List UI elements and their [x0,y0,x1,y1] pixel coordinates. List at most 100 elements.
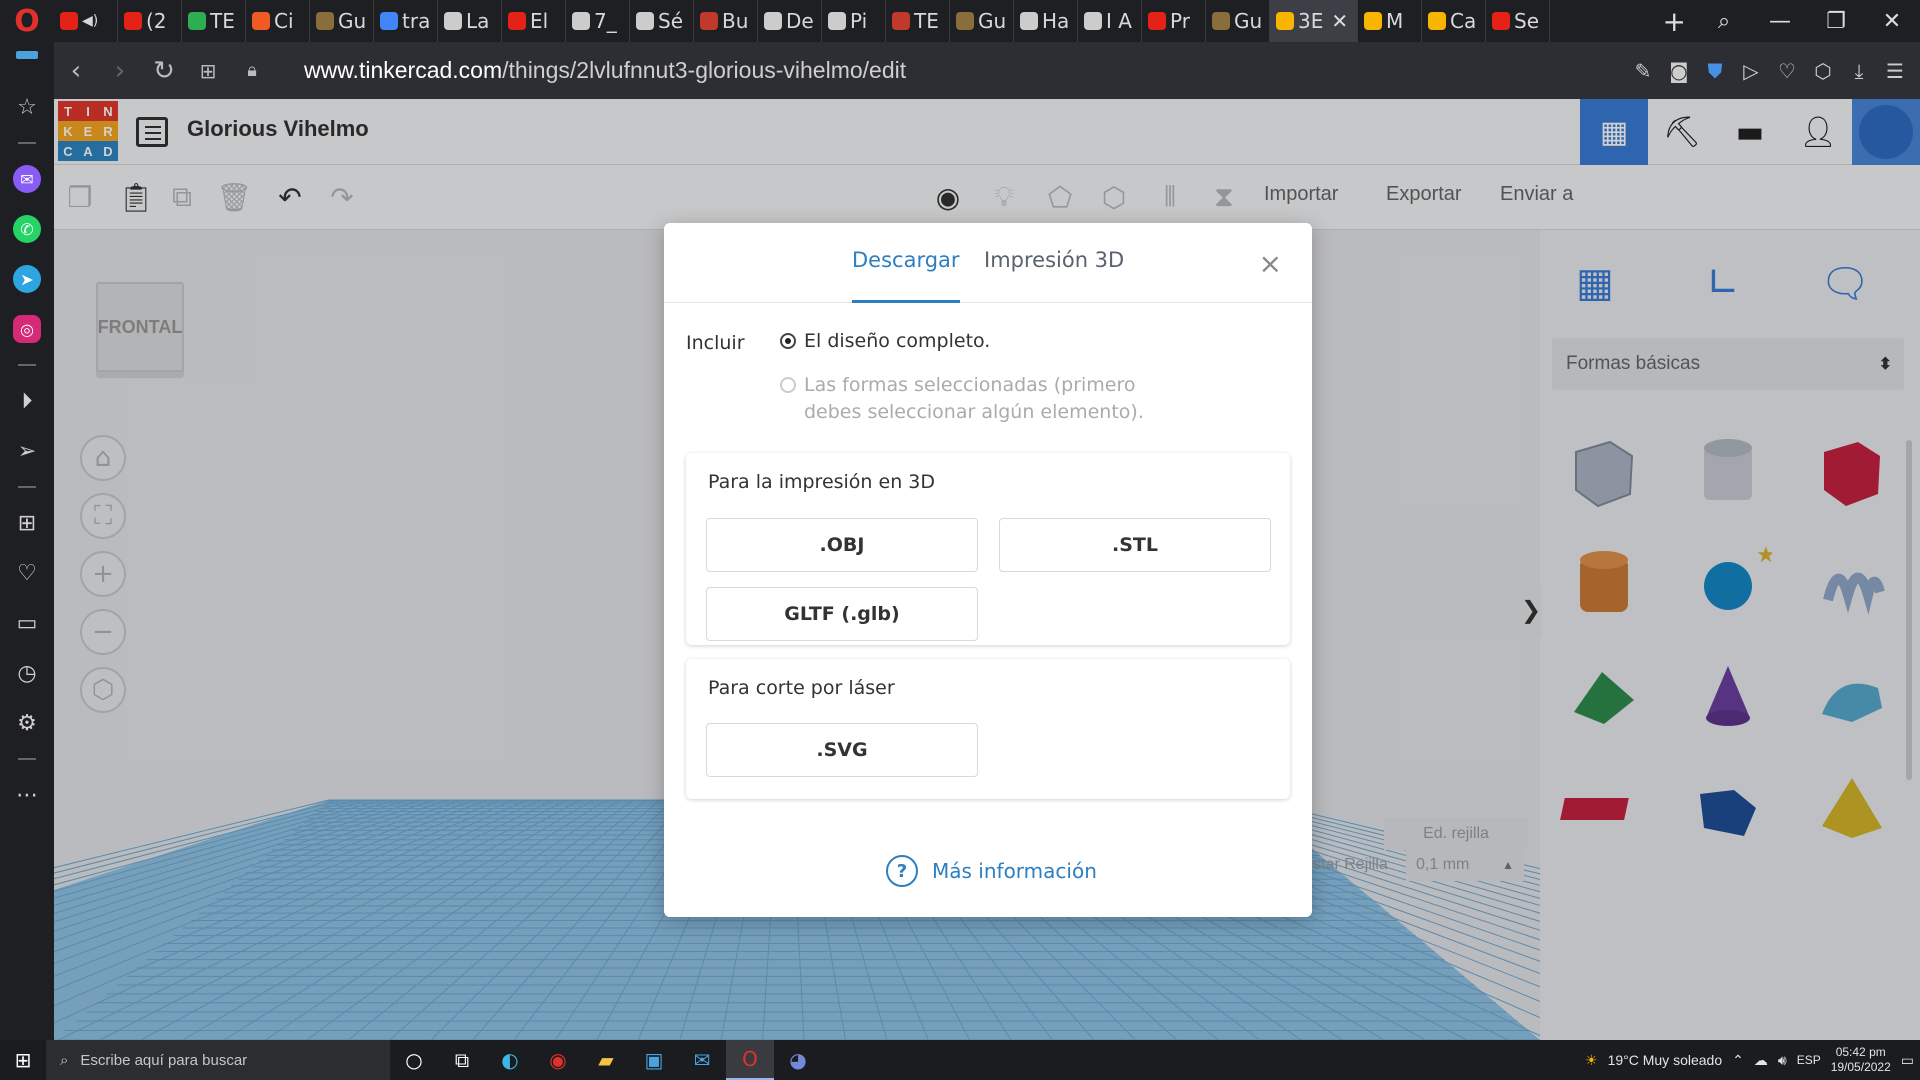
taskbar-store[interactable]: ▣ [630,1040,678,1080]
back-button[interactable]: ‹ [54,56,98,86]
sidebar-item-speed-dial[interactable]: ⊞ [0,498,54,548]
browser-tab[interactable]: 3E ✕ [1270,0,1358,42]
store-icon: ▣ [644,1048,664,1072]
sidebar-item-tabs[interactable]: ▭ [0,598,54,648]
browser-tab[interactable]: El [502,0,566,42]
browser-tab[interactable]: 7_ [566,0,630,42]
forward-button[interactable]: › [98,56,142,86]
search-tabs-icon[interactable]: ⌕ [1696,9,1752,34]
box-icon[interactable]: ⬡ [1812,59,1834,83]
camera-icon[interactable]: ◙ [1668,59,1690,83]
browser-tab[interactable]: I A [1078,0,1142,42]
close-window-button[interactable]: ✕ [1864,9,1920,34]
more-icon: ⋯ [16,782,38,808]
browser-tab[interactable]: Pr [1142,0,1206,42]
close-tab-icon[interactable]: ✕ [1331,9,1348,33]
browser-tab[interactable]: M [1358,0,1422,42]
language-indicator[interactable]: ESP [1797,1053,1821,1067]
gltf-button[interactable]: GLTF (.glb) [706,587,978,641]
browser-tab[interactable]: De [758,0,822,42]
edit-icon[interactable]: ✎ [1632,59,1654,83]
taskbar-mail[interactable]: ✉ [678,1040,726,1080]
cortana-button[interactable]: ○ [390,1040,438,1080]
tab-3d-print[interactable]: Impresión 3D [984,248,1124,303]
tab-label: Ha [1042,9,1070,33]
browser-tab[interactable]: (2 [118,0,182,42]
taskbar-explorer[interactable]: ▰ [582,1040,630,1080]
tab-favicon-icon [1212,12,1230,30]
tabs-grid-button[interactable]: ⊞ [186,59,230,83]
browser-tab[interactable]: Ci [246,0,310,42]
taskbar-search[interactable]: ⌕ Escribe aquí para buscar [46,1040,390,1080]
more-info-link[interactable]: ? Más información [886,855,1097,887]
restore-button[interactable]: ❐ [1808,9,1864,34]
volume-icon[interactable]: 🔊︎ [1778,1052,1787,1069]
stl-button[interactable]: .STL [999,518,1271,572]
heart-icon[interactable]: ♡ [1776,59,1798,83]
obj-button[interactable]: .OBJ [706,518,978,572]
send-icon[interactable]: ▷ [1740,59,1762,83]
sidebar-item-settings[interactable]: ⚙ [0,698,54,748]
svg-button[interactable]: .SVG [706,723,978,777]
task-view-button[interactable]: ⧉ [438,1040,486,1080]
taskbar-opera[interactable]: O [726,1040,774,1080]
start-button[interactable]: ⊞ [0,1048,46,1072]
vpn-shield-icon[interactable]: ⛊ [1704,59,1726,83]
tab-favicon-icon [1364,12,1382,30]
browser-tab[interactable]: Sé [630,0,694,42]
sidebar-item-workspaces[interactable] [0,42,54,68]
windows-icon: ⊞ [14,1048,32,1072]
browser-tab[interactable]: Bu [694,0,758,42]
taskbar-app-red[interactable]: ◉ [534,1040,582,1080]
browser-tab[interactable]: Gu [1206,0,1270,42]
sidebar-item-instagram[interactable]: ◎ [0,304,54,354]
sidebar-item-favorites[interactable]: ☆ [0,82,54,132]
tab-label: Gu [338,9,367,33]
sidebar-item-history[interactable]: ◷ [0,648,54,698]
tab-favicon-icon [636,12,654,30]
address-bar-actions: ✎ ◙ ⛊ ▷ ♡ ⬡ ⤓ ☰ [1632,59,1920,83]
tray-chevron-icon[interactable]: ⌃ [1732,1052,1744,1069]
reload-button[interactable]: ↻ [142,56,186,86]
tab-download[interactable]: Descargar [852,248,960,303]
browser-tab[interactable]: Pi [822,0,886,42]
taskbar-edge[interactable]: ◐ [486,1040,534,1080]
network-icon[interactable]: ☁ [1754,1052,1768,1069]
browser-tab[interactable]: La [438,0,502,42]
close-button[interactable]: × [1259,247,1282,280]
option-full-design[interactable]: El diseño completo. [780,328,990,355]
menu-icon[interactable]: ☰ [1884,59,1906,83]
browser-tab[interactable]: Ha [1014,0,1078,42]
sidebar-item-telegram[interactable]: ➤ [0,254,54,304]
sidebar-item-messenger[interactable]: ✉ [0,154,54,204]
radio-full-design[interactable] [780,333,796,349]
tab-label: La [466,9,490,33]
url-field[interactable]: www.tinkercad.com/things/2lvlufnnut3-glo… [304,57,906,84]
new-tab-button[interactable]: + [1653,5,1696,38]
browser-tab[interactable]: TE [886,0,950,42]
sidebar-item-more[interactable]: ⋯ [0,770,54,820]
discord-icon: ◕ [789,1048,807,1072]
sidebar-item-player[interactable]: ⏵ [0,376,54,426]
opera-logo-icon[interactable]: O [0,0,54,42]
browser-tab[interactable]: Ca [1422,0,1486,42]
notifications-icon[interactable]: ▭ [1901,1052,1914,1069]
sidebar-item-whatsapp[interactable]: ✆ [0,204,54,254]
taskbar-discord[interactable]: ◕ [774,1040,822,1080]
browser-tab[interactable]: tra [374,0,438,42]
option-selected-shapes-label: Las formas seleccionadas (primero debes … [804,374,1144,423]
browser-tab[interactable]: ◀) [54,0,118,42]
tab-label: Pi [850,9,868,33]
sidebar-item-bookmarks[interactable]: ♡ [0,548,54,598]
browser-tab[interactable]: Gu [310,0,374,42]
browser-tab[interactable]: TE [182,0,246,42]
sidebar-item-flow[interactable]: ➢ [0,426,54,476]
instagram-icon: ◎ [13,315,41,343]
download-icon[interactable]: ⤓ [1848,59,1870,83]
minimize-button[interactable]: — [1752,9,1808,34]
tab-label: tra [402,9,431,33]
weather-text[interactable]: 19°C Muy soleado [1608,1052,1723,1068]
browser-tab[interactable]: Se [1486,0,1550,42]
clock[interactable]: 05:42 pm 19/05/2022 [1831,1045,1891,1075]
browser-tab[interactable]: Gu [950,0,1014,42]
